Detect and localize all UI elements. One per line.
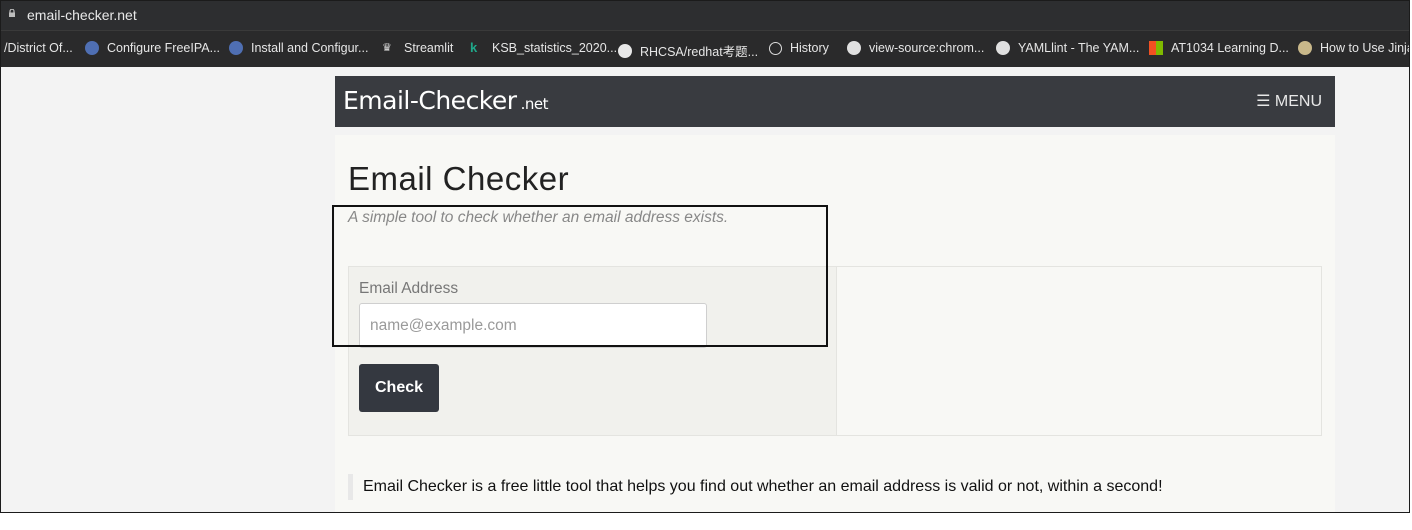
bookmark-label: KSB_statistics_2020... [492, 41, 618, 55]
bookmark-item[interactable]: view-source:chrom... [847, 41, 984, 55]
bookmark-item[interactable]: How to Use Jinja... [1298, 41, 1409, 55]
address-bar[interactable]: email-checker.net [1, 1, 1409, 30]
bookmark-item[interactable]: k KSB_statistics_2020... [470, 40, 618, 56]
page-title: Email Checker [348, 160, 570, 197]
brand-suffix: .net [520, 95, 549, 113]
bookmark-item[interactable]: History [769, 41, 829, 55]
bookmark-label: view-source:chrom... [869, 41, 985, 55]
highlight-box [332, 205, 828, 347]
bookmarks-bar: /District Of... Configure FreeIPA... Ins… [1, 30, 1409, 67]
bookmark-item[interactable]: Configure FreeIPA... [85, 41, 220, 55]
ipa-icon [85, 41, 99, 55]
bookmark-label: /District Of... [4, 41, 73, 55]
jinja-icon [1298, 41, 1312, 55]
url-text[interactable]: email-checker.net [27, 7, 137, 23]
k-icon: k [470, 40, 478, 55]
microsoft-icon [1149, 41, 1163, 55]
bookmark-label: Install and Configur... [251, 41, 369, 55]
bookmark-label: How to Use Jinja... [1320, 41, 1409, 55]
check-button[interactable]: Check [359, 364, 439, 412]
bookmark-item[interactable]: ♛ Streamlit [382, 41, 453, 55]
description-text: Email Checker is a free little tool that… [348, 474, 1163, 500]
bookmark-label: RHCSA/redhat考题... [640, 45, 759, 59]
bookmark-label: AT1034 Learning D... [1171, 41, 1289, 55]
history-icon [769, 41, 782, 55]
globe-icon [847, 41, 861, 55]
bookmark-label: YAMLlint - The YAM... [1018, 41, 1140, 55]
site-logo[interactable]: Email-Checker .net [343, 86, 548, 115]
menu-button[interactable]: ☰ MENU [1256, 91, 1322, 111]
crown-icon: ♛ [382, 42, 392, 54]
bookmark-item[interactable]: AT1034 Learning D... [1149, 41, 1289, 55]
lock-icon [9, 9, 15, 17]
bookmark-item[interactable]: YAMLlint - The YAM... [996, 41, 1139, 55]
globe-icon [996, 41, 1010, 55]
site-navbar: Email-Checker .net ☰ MENU [335, 76, 1335, 127]
bookmark-item[interactable]: Install and Configur... [229, 41, 368, 55]
bookmark-item[interactable]: RHCSA/redhat考题... [618, 41, 758, 60]
ipa-icon [229, 41, 243, 55]
bookmark-label: Streamlit [404, 41, 454, 55]
bookmark-label: History [790, 41, 829, 55]
bookmark-label: Configure FreeIPA... [107, 41, 221, 55]
github-icon [618, 43, 632, 58]
bookmark-item[interactable]: /District Of... [4, 41, 73, 55]
brand-name: Email-Checker [343, 86, 517, 115]
browser-window: email-checker.net /District Of... Config… [0, 0, 1410, 513]
